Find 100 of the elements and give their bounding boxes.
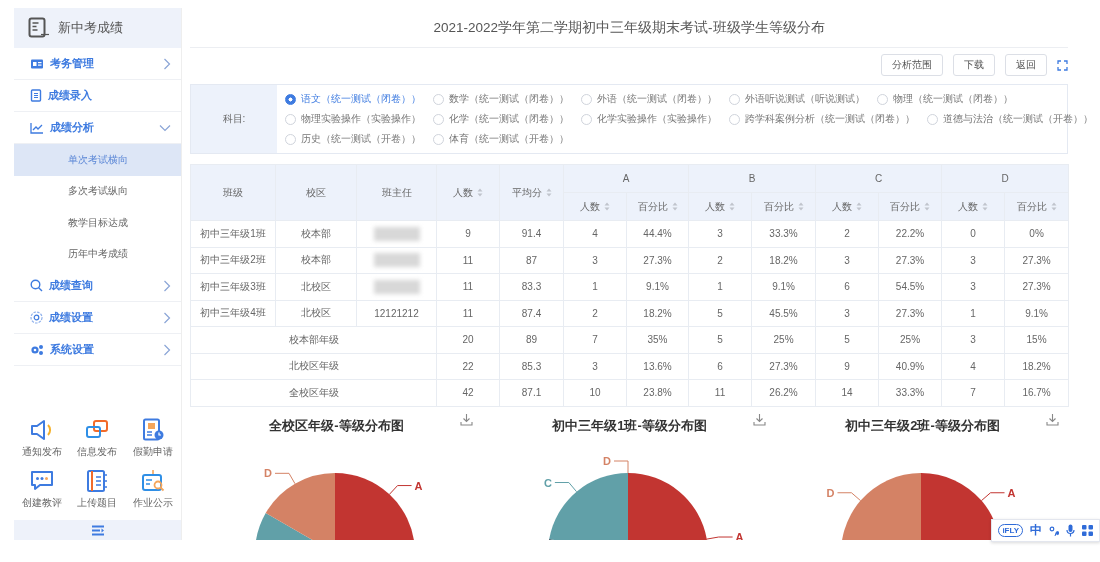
chevron-right-icon[interactable] [163,311,171,324]
table-cell: 22.2% [878,220,942,247]
sort-icon[interactable] [1050,202,1057,211]
column-header[interactable]: 人数 [563,192,627,221]
badge-magnifier-icon[interactable] [140,469,167,493]
table-cell: 11 [436,273,500,300]
search-icon [30,279,43,292]
group-header: B [688,164,816,193]
sort-icon[interactable] [856,202,863,211]
table-cell: 42 [436,379,500,406]
sort-icon[interactable] [604,202,610,211]
app-label[interactable]: 信息发布 [77,445,118,459]
subject-radio-option[interactable]: 体育（统一测试（开卷）） [433,132,569,146]
submenu-item[interactable]: 历年中考成绩 [14,238,181,270]
download-icon[interactable] [460,412,473,426]
table-cell: 27.3% [878,247,942,274]
app-label[interactable]: 作业公示 [133,496,174,510]
group-header: A [563,164,689,193]
table-cell: 33.3% [878,379,942,406]
column-header[interactable]: 人数 [815,192,879,221]
subject-radio-option[interactable]: 跨学科案例分析（统一测试（闭卷）） [729,112,915,126]
table-cell: 11 [436,247,500,274]
chart-title: 初中三年级2班-等级分布图 [845,416,1000,435]
subject-radio-option[interactable]: 物理（统一测试（闭卷）） [877,92,1013,106]
sort-icon[interactable] [477,188,483,197]
menu-item[interactable]: 系统设置 [14,334,181,366]
table-cell: 40.9% [878,353,942,380]
sort-icon[interactable] [729,202,735,211]
column-header[interactable]: 百分比 [751,192,816,221]
column-header[interactable]: 百分比 [1004,192,1069,221]
column-header[interactable]: 百分比 [878,192,942,221]
subject-radio-option[interactable]: 道德与法治（统一测试（开卷）） [927,112,1093,126]
chevron-right-icon[interactable] [163,279,171,292]
table-cell: 11 [436,300,500,327]
table-cell: 44.4% [626,220,689,247]
chevron-down-icon[interactable] [159,123,171,132]
table-cell: 18.2% [751,247,816,274]
table-cell: 9.1% [751,273,816,300]
subject-radio-option[interactable]: 语文（统一测试（闭卷）） [285,92,421,106]
table-cell: 全校区年级 [190,379,437,406]
column-header[interactable]: 百分比 [626,192,689,221]
submenu-item[interactable]: 多次考试纵向 [14,175,181,207]
submenu-item[interactable]: 教学目标达成 [14,207,181,239]
subject-radio-option[interactable]: 历史（统一测试（开卷）） [285,132,421,146]
sort-icon[interactable] [797,202,804,211]
ime-mode-toggle[interactable]: 中 [1030,522,1042,539]
table-cell: 27.3% [878,300,942,327]
table-cell: 9.1% [1004,300,1069,327]
submenu-item[interactable]: 单次考试横向 [14,144,181,176]
chat-bubble-icon[interactable] [28,469,55,493]
subject-radio-option[interactable]: 化学实验操作（实验操作） [581,112,717,126]
download-icon[interactable] [753,412,766,426]
table-cell: 7 [941,379,1005,406]
sort-icon[interactable] [671,202,678,211]
subject-radio-option[interactable]: 物理实验操作（实验操作） [285,112,421,126]
table-cell: 6 [815,273,879,300]
app-label[interactable]: 通知发布 [21,445,62,459]
table-cell: 3 [563,353,627,380]
table-cell: 87.4 [499,300,564,327]
toolbar-button[interactable]: 分析范围 [881,54,943,76]
group-header: D [941,164,1069,193]
toolbar-button[interactable]: 下载 [953,54,995,76]
subject-radio-option[interactable]: 外语听说测试（听说测试） [729,92,865,106]
table-cell: 18.2% [626,300,689,327]
table-cell: 27.3% [1004,247,1069,274]
app-label[interactable]: 创建教评 [21,496,62,510]
menu-item[interactable]: 考务管理 [14,48,181,80]
subject-radio-option[interactable]: 外语（统一测试（闭卷）） [581,92,717,106]
column-header[interactable]: 平均分 [499,164,564,221]
chevron-right-icon[interactable] [163,57,171,70]
table-cell: 9.1% [626,273,689,300]
menu-item[interactable]: 成绩录入 [14,80,181,112]
table-cell: 3 [941,326,1005,353]
table-cell: 27.3% [751,353,816,380]
column-header[interactable]: 人数 [941,192,1005,221]
page-title: 2021-2022学年第二学期初中三年级期末考试-班级学生等级分布 [190,8,1068,48]
table-cell: 87 [499,247,564,274]
fullscreen-icon[interactable] [1057,59,1068,71]
grid-icon[interactable] [1082,525,1093,536]
collapse-menu-icon[interactable] [90,524,105,536]
table-cell: 3 [941,273,1005,300]
subject-radio-option[interactable]: 数学（统一测试（闭卷）） [433,92,569,106]
menu-item[interactable]: 成绩查询 [14,270,181,302]
toolbar-button[interactable]: 返回 [1005,54,1047,76]
chevron-right-icon[interactable] [163,343,171,356]
sort-icon[interactable] [982,202,989,211]
download-icon[interactable] [1046,412,1059,426]
app-label[interactable]: 上传题目 [77,496,118,510]
column-header[interactable]: 人数 [436,164,500,221]
menu-item[interactable]: 成绩设置 [14,302,181,334]
sort-icon[interactable] [924,202,931,211]
column-header[interactable]: 人数 [688,192,752,221]
app-label[interactable]: 假勤申请 [133,445,174,459]
subject-radio-option[interactable]: 化学（统一测试（闭卷）） [433,112,569,126]
table-cell: 校本部年级 [190,326,437,353]
microphone-icon[interactable] [1066,524,1075,537]
sort-icon[interactable] [545,188,552,197]
punctuation-icon[interactable] [1049,524,1059,537]
radio-button[interactable] [285,93,296,105]
table-cell: 1 [941,300,1005,327]
